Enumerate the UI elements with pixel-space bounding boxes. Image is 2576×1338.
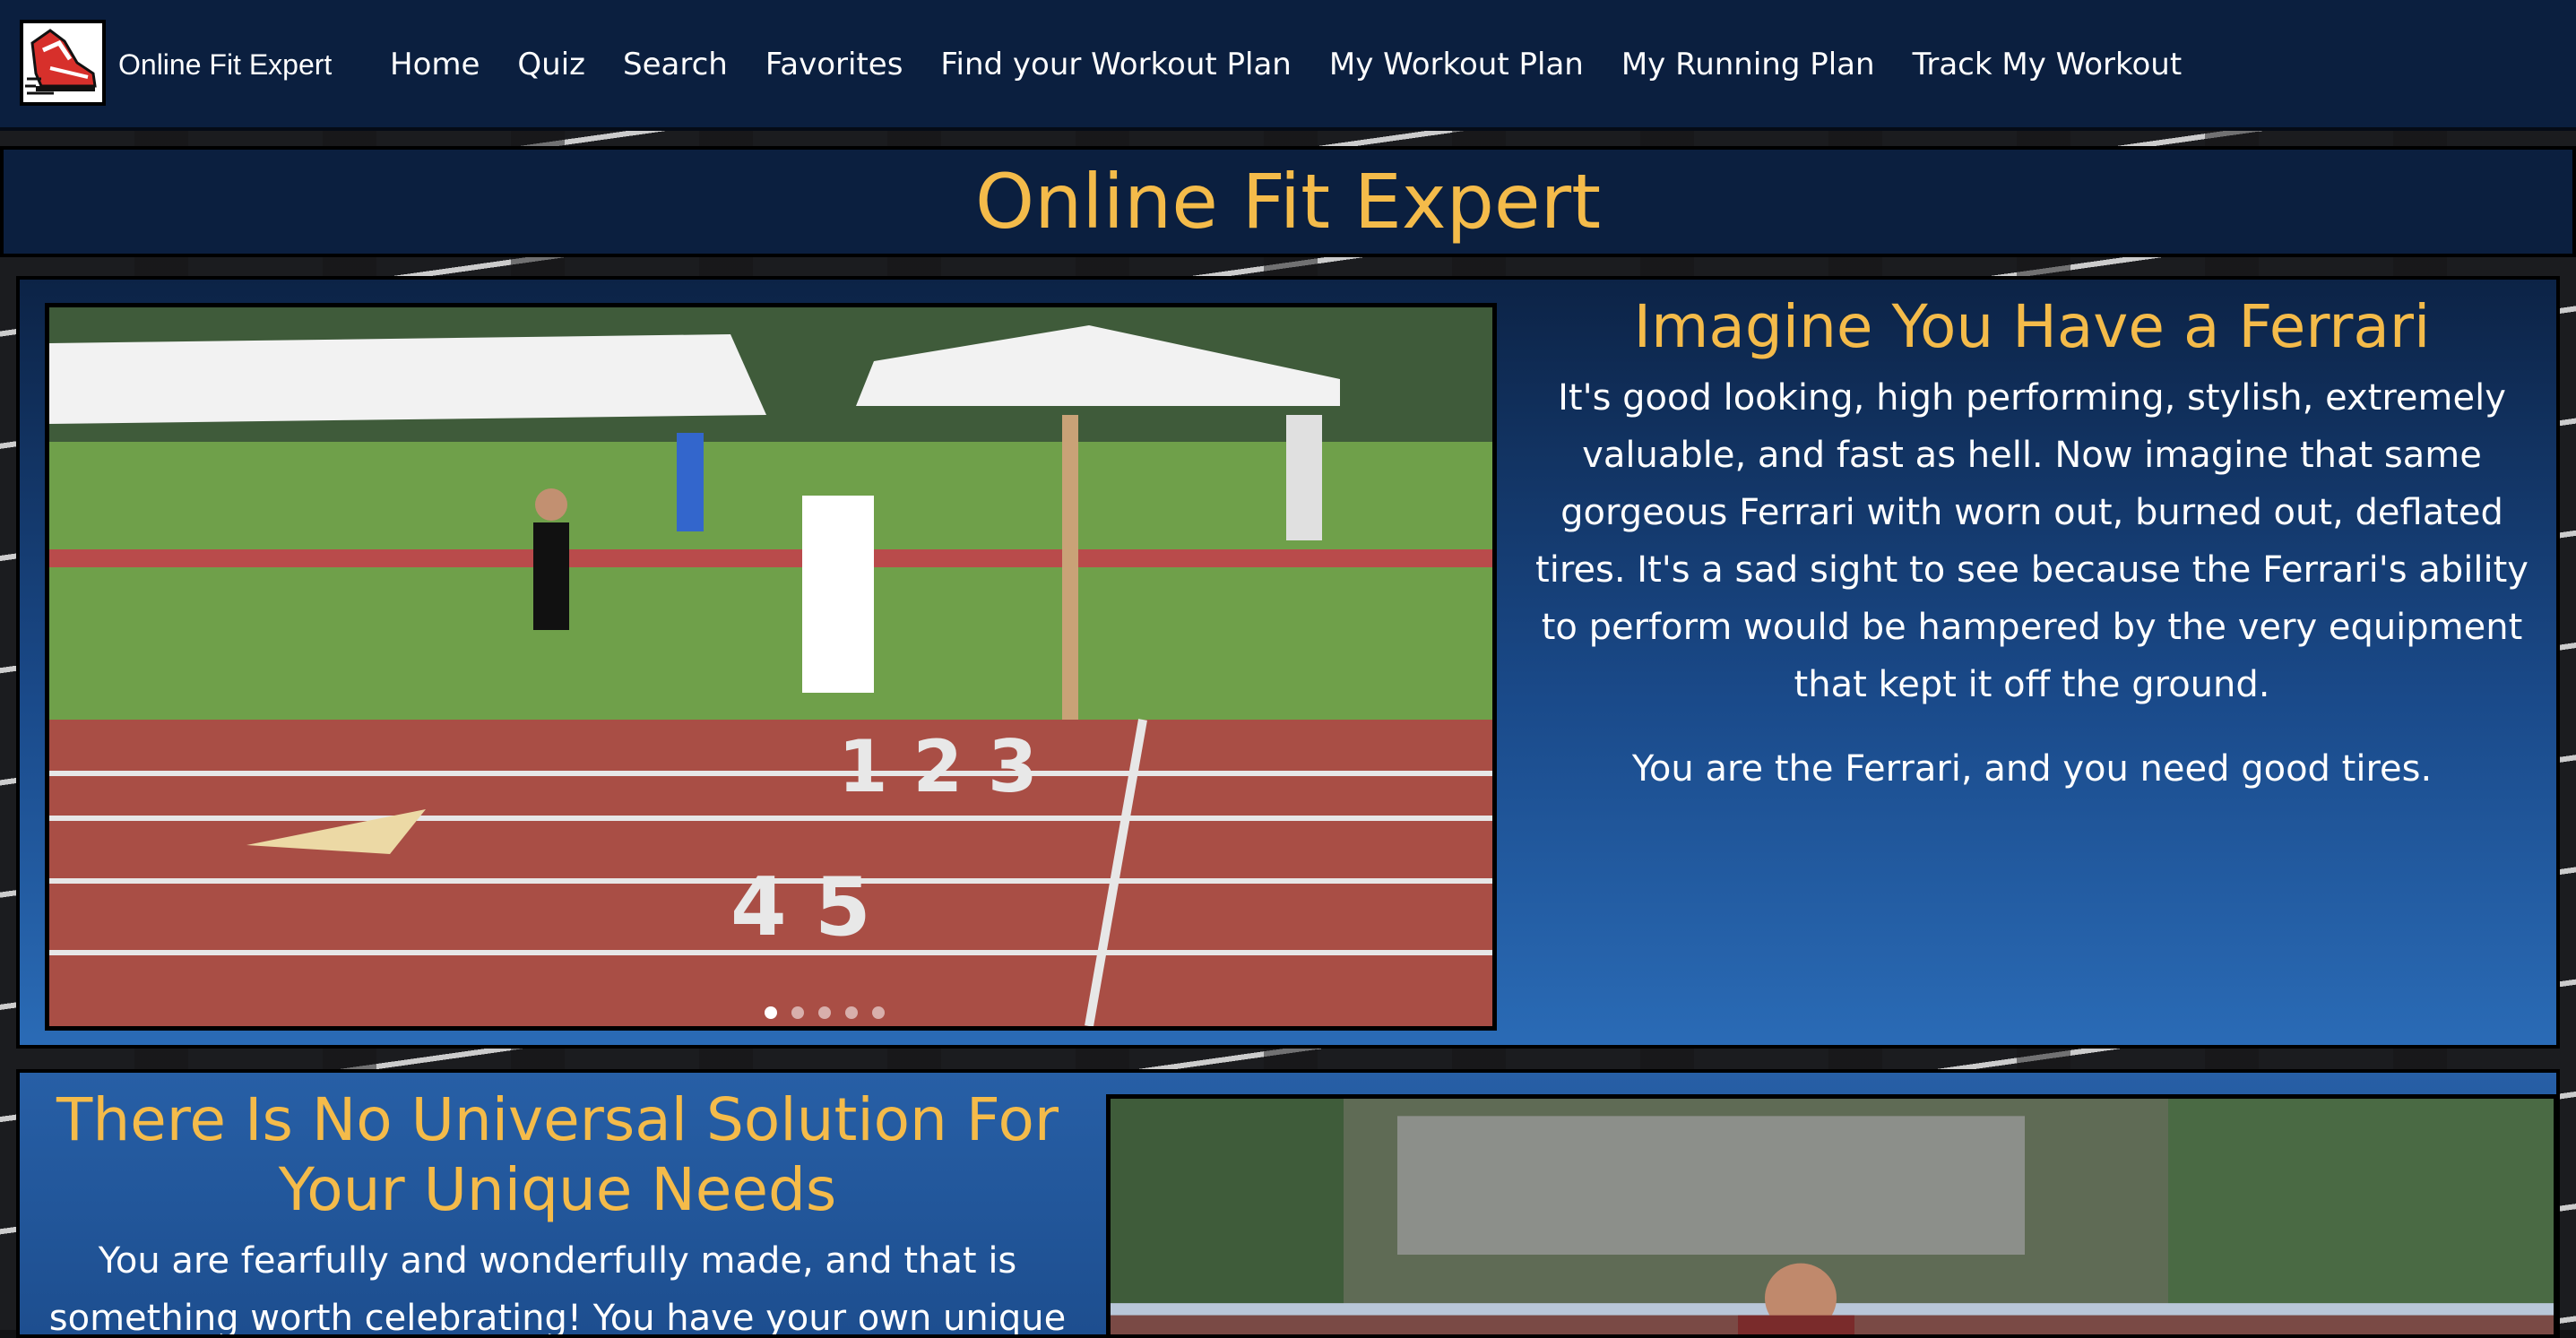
svg-text:1 2 3: 1 2 3 [838, 725, 1038, 808]
nav-link-my-running-plan[interactable]: My Running Plan [1621, 47, 1875, 82]
page-title-bar: Online Fit Expert [0, 146, 2576, 257]
nav-link-track-my-workout[interactable]: Track My Workout [1913, 47, 2183, 82]
carousel-dot[interactable] [818, 1006, 831, 1019]
nav-link-quiz[interactable]: Quiz [517, 47, 585, 82]
carousel-dot[interactable] [872, 1006, 885, 1019]
runner-race-photo [1106, 1094, 2556, 1334]
section-paragraph: You are fearfully and wonderfully made, … [48, 1240, 1067, 1338]
ferrari-text-column: Imagine You Have a Ferrari It's good loo… [1526, 292, 2538, 824]
nav-link-home[interactable]: Home [390, 47, 480, 82]
top-navbar: Online Fit Expert Home Quiz Search Favor… [0, 0, 2576, 131]
carousel-dot[interactable] [765, 1006, 777, 1019]
sprinter-on-track-photo: 1 2 3 4 5 [45, 303, 1497, 1031]
carousel-indicators [757, 1006, 892, 1019]
carousel-dot[interactable] [845, 1006, 858, 1019]
section-paragraph: It's good looking, high performing, styl… [1535, 377, 2528, 705]
nav-link-find-workout-plan[interactable]: Find your Workout Plan [940, 47, 1291, 82]
nav-link-search[interactable]: Search [623, 47, 728, 82]
nav-links: Home Quiz Search Favorites Find your Wor… [390, 41, 2219, 88]
brand-name[interactable]: Online Fit Expert [118, 45, 332, 84]
unique-needs-section: There Is No Universal Solution For Your … [16, 1069, 2560, 1338]
unique-needs-text-column: There Is No Universal Solution For Your … [29, 1085, 1086, 1338]
running-shoe-icon[interactable] [20, 20, 106, 106]
page-title: Online Fit Expert [974, 158, 1602, 246]
section-heading: Imagine You Have a Ferrari [1633, 292, 2431, 361]
section-heading: There Is No Universal Solution For Your … [56, 1085, 1059, 1224]
nav-link-favorites[interactable]: Favorites [765, 47, 903, 82]
nav-link-my-workout-plan[interactable]: My Workout Plan [1329, 47, 1584, 82]
section-paragraph: You are the Ferrari, and you need good t… [1631, 748, 2433, 790]
ferrari-section: 1 2 3 4 5 Imagine You Have a Ferrari It'… [16, 276, 2560, 1049]
carousel-dot[interactable] [791, 1006, 804, 1019]
svg-text:4 5: 4 5 [730, 860, 871, 954]
